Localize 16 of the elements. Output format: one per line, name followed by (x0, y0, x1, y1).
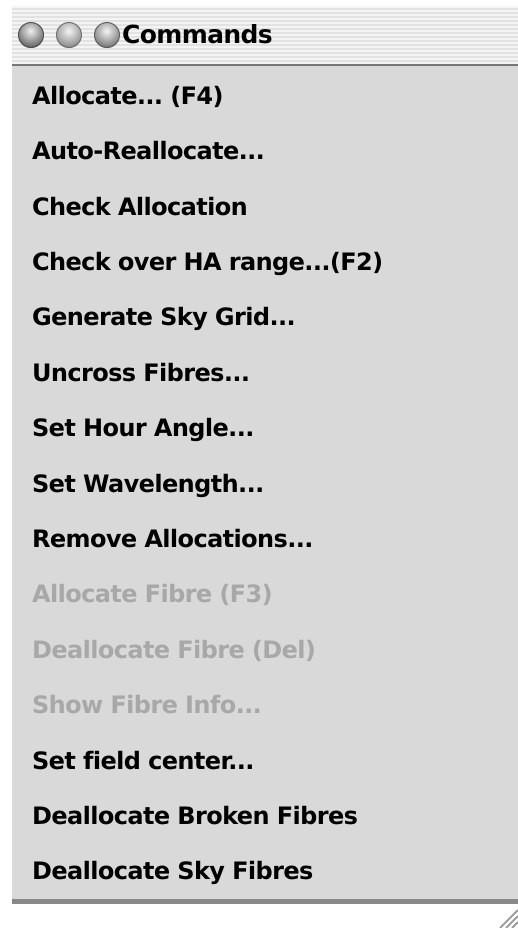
window-title: Commands (122, 19, 272, 52)
menu-item[interactable]: Check Allocation (12, 178, 518, 234)
menu-item[interactable]: Deallocate Sky Fibres (12, 844, 518, 900)
menu-item[interactable]: Set Wavelength... (12, 456, 518, 512)
menu-item[interactable]: Uncross Fibres... (12, 345, 518, 400)
menu-item[interactable]: Set field center... (12, 732, 518, 788)
menu-item[interactable]: Auto-Reallocate... (12, 123, 518, 179)
zoom-button[interactable] (94, 22, 120, 48)
menu-item[interactable]: Remove Allocations... (12, 511, 518, 567)
menu-item[interactable]: Set Hour Angle... (12, 400, 518, 456)
menu-item[interactable]: Generate Sky Grid... (12, 290, 518, 346)
menu-item[interactable]: Deallocate Broken Fibres (12, 788, 518, 844)
close-button[interactable] (18, 22, 44, 48)
minimize-button[interactable] (56, 22, 82, 48)
menu-item[interactable]: Allocate... (F4) (12, 68, 518, 124)
menu-item[interactable]: Check over HA range...(F2) (12, 234, 518, 290)
